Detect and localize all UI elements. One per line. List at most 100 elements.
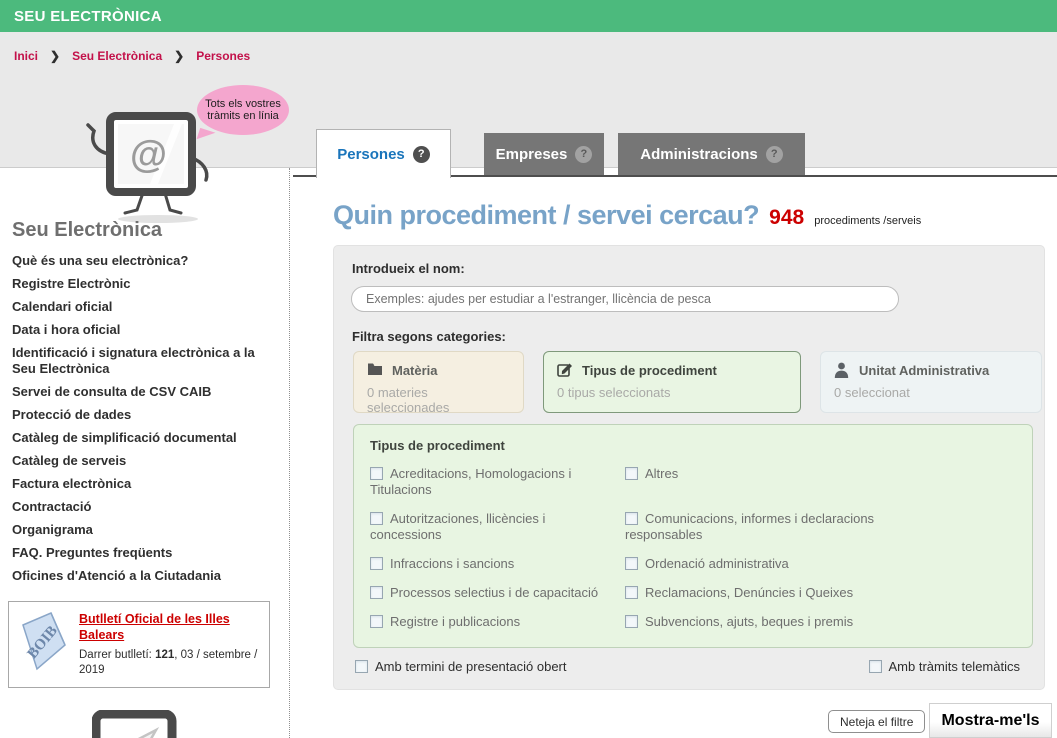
help-icon[interactable]: ? <box>413 146 430 163</box>
option-label: Amb tràmits telemàtics <box>889 659 1020 674</box>
tab-empreses-label: Empreses <box>496 146 568 163</box>
checkbox[interactable] <box>869 660 882 673</box>
option-registre[interactable]: Registre i publicacions <box>370 614 620 630</box>
clear-filter-button[interactable]: Neteja el filtre <box>828 710 925 733</box>
chevron-right-icon: ❯ <box>50 49 60 63</box>
tab-persones[interactable]: Persones ? <box>316 129 451 178</box>
speech-bubble-text: Tots els vostres tràmits en línia <box>203 98 283 122</box>
checkbox[interactable] <box>370 615 383 628</box>
boib-latest-label: Darrer butlletí: <box>79 649 152 661</box>
search-filter-form: Introdueix el nom: Filtra segons categor… <box>333 245 1045 690</box>
category-cards: Matèria 0 materies seleccionades Tipus d… <box>353 351 1042 413</box>
option-reclamacions[interactable]: Reclamacions, Denúncies i Queixes <box>625 585 875 601</box>
option-label: Altres <box>645 466 678 481</box>
sidebar-item-cataleg-serveis[interactable]: Catàleg de serveis <box>12 453 278 469</box>
option-label: Amb termini de presentació obert <box>375 659 566 674</box>
tab-persones-label: Persones <box>337 146 405 163</box>
top-header-bar: SEU ELECTRÒNICA <box>0 0 1057 32</box>
option-label: Comunicacions, informes i declaracions r… <box>625 511 874 542</box>
show-results-button[interactable]: Mostra-me'ls <box>929 703 1052 738</box>
checkbox[interactable] <box>625 557 638 570</box>
checkbox[interactable] <box>370 586 383 599</box>
envelope-mascot-svg <box>92 710 178 738</box>
sidebar-item-factura-electronica[interactable]: Factura electrònica <box>12 476 278 492</box>
results-count-suffix: procediments /serveis <box>814 215 921 227</box>
checkbox[interactable] <box>625 615 638 628</box>
checkbox[interactable] <box>355 660 368 673</box>
boib-document-icon: BOIB <box>17 611 69 671</box>
filter-tramits-telematics[interactable]: Amb tràmits telemàtics <box>869 659 1020 675</box>
option-subvencions[interactable]: Subvencions, ajuts, beques i premis <box>625 614 875 630</box>
sidebar-item-calendari-oficial[interactable]: Calendari oficial <box>12 299 278 315</box>
sidebar-item-proteccio-dades[interactable]: Protecció de dades <box>12 407 278 423</box>
category-card-subtitle: 0 tipus seleccionats <box>557 385 787 400</box>
option-processos[interactable]: Processos selectius i de capacitació <box>370 585 620 601</box>
option-acreditacions[interactable]: Acreditacions, Homologacions i Titulacio… <box>370 466 620 498</box>
checkbox[interactable] <box>370 557 383 570</box>
page-title: Quin procediment / servei cercau? <box>333 200 759 231</box>
filter-termini-obert[interactable]: Amb termini de presentació obert <box>355 659 566 675</box>
breadcrumb: Inici ❯ Seu Electrònica ❯ Persones <box>14 49 250 63</box>
category-card-title: Matèria <box>392 363 438 378</box>
search-heading-row: Quin procediment / servei cercau? 948 pr… <box>333 200 921 231</box>
option-label: Reclamacions, Denúncies i Queixes <box>645 585 853 600</box>
option-label: Acreditacions, Homologacions i Titulacio… <box>370 466 571 497</box>
option-autoritzacions[interactable]: Autoritzaciones, llicències i concession… <box>370 511 620 543</box>
checkbox[interactable] <box>625 512 638 525</box>
sidebar-item-que-es[interactable]: Què és una seu electrònica? <box>12 253 278 269</box>
category-card-subtitle: 0 seleccionat <box>834 385 1028 400</box>
breadcrumb-link-inici[interactable]: Inici <box>14 49 38 63</box>
site-title: SEU ELECTRÒNICA <box>14 8 162 25</box>
tab-empreses[interactable]: Empreses ? <box>484 133 604 175</box>
breadcrumb-link-persones[interactable]: Persones <box>196 49 250 63</box>
sidebar-item-cataleg-simplificacio[interactable]: Catàleg de simplificació documental <box>12 430 278 446</box>
breadcrumb-link-seu-electronica[interactable]: Seu Electrònica <box>72 49 162 63</box>
sidebar-menu: Què és una seu electrònica? Registre Ele… <box>12 253 278 591</box>
boib-latest: Darrer butlletí: 121, 03 / setembre / 20… <box>79 648 259 678</box>
sidebar-item-csv-caib[interactable]: Servei de consulta de CSV CAIB <box>12 384 278 400</box>
sidebar-item-identificacio-signatura[interactable]: Identificació i signatura electrònica a … <box>12 345 278 376</box>
category-card-title: Tipus de procediment <box>582 363 717 378</box>
tab-administracions[interactable]: Administracions ? <box>618 133 805 175</box>
checkbox[interactable] <box>370 467 383 480</box>
boib-box: BOIB Butlletí Oficial de les Illes Balea… <box>8 601 270 688</box>
option-label: Registre i publicacions <box>390 614 520 629</box>
checkbox[interactable] <box>625 586 638 599</box>
category-card-title: Unitat Administrativa <box>859 363 989 378</box>
results-count: 948 <box>769 206 804 230</box>
option-label: Autoritzaciones, llicències i concession… <box>370 511 545 542</box>
sidebar-item-contractacio[interactable]: Contractació <box>12 499 278 515</box>
category-card-subtitle: 0 materies seleccionades <box>367 385 510 415</box>
folder-icon <box>367 362 383 378</box>
page: SEU ELECTRÒNICA Inici ❯ Seu Electrònica … <box>0 0 1057 738</box>
name-label: Introdueix el nom: <box>352 261 465 276</box>
help-icon[interactable]: ? <box>766 146 783 163</box>
option-altres[interactable]: Altres <box>625 466 875 498</box>
sidebar-item-organigrama[interactable]: Organigrama <box>12 522 278 538</box>
at-symbol: @ <box>130 134 167 177</box>
category-card-tipus-procediment[interactable]: Tipus de procediment 0 tipus seleccionat… <box>543 351 801 413</box>
extra-filters: Amb termini de presentació obert Amb trà… <box>355 659 1020 675</box>
boib-latest-number: 121 <box>155 649 174 661</box>
option-label: Processos selectius i de capacitació <box>390 585 598 600</box>
procedure-types-title: Tipus de procediment <box>370 438 1016 453</box>
option-comunicacions[interactable]: Comunicacions, informes i declaracions r… <box>625 511 875 543</box>
boib-link[interactable]: Butlletí Oficial de les Illes Balears <box>79 611 259 643</box>
category-card-unitat-administrativa[interactable]: Unitat Administrativa 0 seleccionat <box>820 351 1042 413</box>
sidebar-item-registre-electronic[interactable]: Registre Electrònic <box>12 276 278 292</box>
help-icon[interactable]: ? <box>575 146 592 163</box>
option-label: Infraccions i sancions <box>390 556 514 571</box>
category-card-materia[interactable]: Matèria 0 materies seleccionades <box>353 351 524 413</box>
checkbox[interactable] <box>625 467 638 480</box>
option-infraccions[interactable]: Infraccions i sancions <box>370 556 620 572</box>
sidebar-item-oficines-atencio[interactable]: Oficines d'Atenció a la Ciutadania <box>12 568 278 584</box>
option-label: Ordenació administrativa <box>645 556 789 571</box>
edit-icon <box>557 362 573 378</box>
sidebar-item-data-hora[interactable]: Data i hora oficial <box>12 322 278 338</box>
checkbox[interactable] <box>370 512 383 525</box>
person-icon <box>834 362 850 378</box>
search-input[interactable] <box>351 286 899 312</box>
sidebar-item-faq[interactable]: FAQ. Preguntes freqüents <box>12 545 278 561</box>
option-ordenacio[interactable]: Ordenació administrativa <box>625 556 875 572</box>
option-label: Subvencions, ajuts, beques i premis <box>645 614 853 629</box>
